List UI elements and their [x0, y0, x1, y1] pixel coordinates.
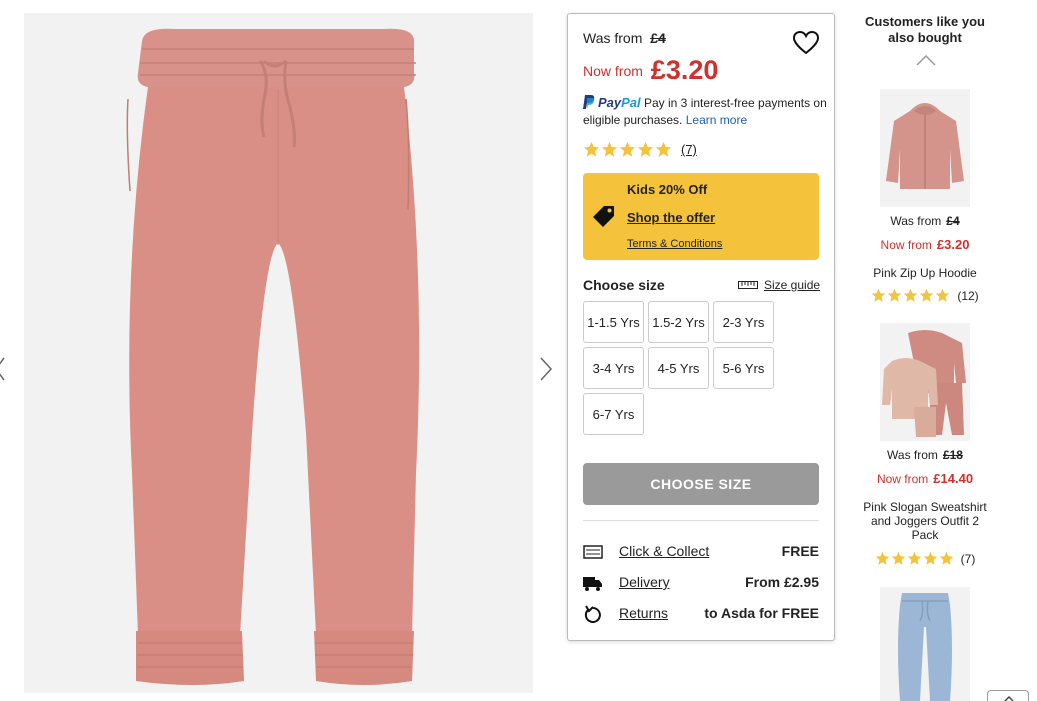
paypal-learn-more-link[interactable]: Learn more: [686, 113, 747, 127]
carousel-up-arrow-icon[interactable]: [916, 54, 936, 66]
size-option[interactable]: 4-5 Yrs: [648, 347, 709, 389]
was-label: Was from: [583, 30, 643, 46]
review-count-link[interactable]: (7): [681, 142, 697, 157]
choose-size-heading: Choose size: [583, 277, 665, 293]
size-option[interactable]: 5-6 Yrs: [713, 347, 774, 389]
star-icon: [655, 141, 672, 157]
recommendation-image-blue-joggers[interactable]: [880, 587, 970, 701]
click-collect-link[interactable]: Click & Collect: [619, 543, 709, 559]
size-guide-link[interactable]: Size guide: [738, 278, 820, 292]
rec-product-name[interactable]: Pink Slogan Sweatshirt and Joggers Outfi…: [860, 500, 990, 542]
gallery-next-arrow-icon[interactable]: [538, 354, 554, 384]
recommendation-image-hoodie[interactable]: [880, 89, 970, 207]
offer-title: Kids 20% Off: [627, 182, 708, 197]
ruler-icon: [738, 281, 758, 289]
rec-was-price-line: Was from £4: [890, 214, 960, 228]
now-price-line: Now from £3.20: [583, 52, 719, 85]
rec-product-name[interactable]: Pink Zip Up Hoodie: [860, 266, 990, 280]
gallery-prev-arrow-icon[interactable]: [0, 354, 8, 384]
scroll-to-top-button[interactable]: [987, 690, 1029, 701]
delivery-link[interactable]: Delivery: [619, 574, 670, 590]
size-guide-label: Size guide: [764, 278, 821, 292]
product-image-joggers: [126, 28, 420, 685]
divider: [583, 520, 819, 521]
delivery-value: From £2.95: [745, 574, 819, 590]
returns-value: to Asda for FREE: [704, 605, 819, 621]
click-collect-icon: [583, 545, 603, 559]
star-icon: [936, 288, 950, 302]
rec-was-price-line: Was from £18: [887, 448, 963, 462]
size-option[interactable]: 2-3 Yrs: [713, 301, 774, 343]
product-page: Was from £4 Now from £3.20 PayPal Pay in…: [0, 0, 1037, 701]
rec-now-price-line: Now from £3.20: [880, 237, 970, 252]
chevron-up-icon: [1004, 695, 1014, 701]
returns-link[interactable]: Returns: [619, 605, 668, 621]
size-option[interactable]: 6-7 Yrs: [583, 393, 644, 435]
now-price: £3.20: [650, 55, 719, 85]
click-collect-row: Click & Collect FREE: [583, 542, 819, 562]
paypal-message: PayPal Pay in 3 interest-free payments o…: [583, 94, 828, 129]
star-icon: [601, 141, 618, 157]
rating-stars[interactable]: (7): [583, 141, 697, 158]
delivery-row: Delivery From £2.95: [583, 573, 819, 593]
star-icon: [907, 551, 921, 565]
rec-review-count: (12): [957, 288, 979, 303]
was-price: £4: [650, 30, 666, 46]
recommendations-carousel: Customers like you also bought Was from £…: [860, 0, 990, 701]
paypal-logo-icon: [583, 95, 595, 109]
star-icon: [872, 288, 886, 302]
paypal-brand: PayPal: [598, 95, 641, 110]
star-icon: [637, 141, 654, 157]
now-label: Now from: [583, 63, 643, 79]
delivery-truck-icon: [583, 577, 602, 591]
star-icon: [875, 551, 889, 565]
rec-rating-stars: (12): [860, 288, 990, 303]
star-icon: [583, 141, 600, 157]
star-icon: [891, 551, 905, 565]
rec-now-price-line: Now from £14.40: [876, 471, 974, 486]
size-option[interactable]: 1-1.5 Yrs: [583, 301, 644, 343]
star-icon: [904, 288, 918, 302]
size-option[interactable]: 3-4 Yrs: [583, 347, 644, 389]
blue-joggers-image: [898, 593, 952, 701]
offer-terms-link[interactable]: Terms & Conditions: [627, 238, 722, 250]
outfit-image: [882, 330, 966, 437]
star-icon: [923, 551, 937, 565]
offer-banner: Kids 20% Off Shop the offer Terms & Cond…: [583, 173, 819, 260]
price-tag-icon: [593, 206, 614, 227]
star-icon: [888, 288, 902, 302]
recommendations-title: Customers like you also bought: [865, 14, 985, 45]
star-icon: [619, 141, 636, 157]
rec-review-count: (7): [960, 551, 976, 566]
hoodie-image: [886, 103, 964, 189]
product-purchase-panel: Was from £4 Now from £3.20 PayPal Pay in…: [567, 13, 835, 641]
recommendation-image-outfit[interactable]: [880, 323, 970, 441]
click-collect-value: FREE: [781, 543, 819, 559]
returns-icon: [584, 605, 601, 623]
rec-rating-stars: (7): [860, 551, 990, 566]
product-image-gallery[interactable]: [24, 13, 533, 693]
size-option[interactable]: 1.5-2 Yrs: [648, 301, 709, 343]
returns-row: Returns to Asda for FREE: [583, 604, 819, 624]
choose-size-button[interactable]: CHOOSE SIZE: [583, 463, 819, 505]
wishlist-heart-icon[interactable]: [792, 30, 820, 56]
was-price-line: Was from £4: [583, 30, 666, 46]
star-icon: [939, 551, 953, 565]
shop-offer-link[interactable]: Shop the offer: [627, 210, 715, 225]
star-icon: [920, 288, 934, 302]
